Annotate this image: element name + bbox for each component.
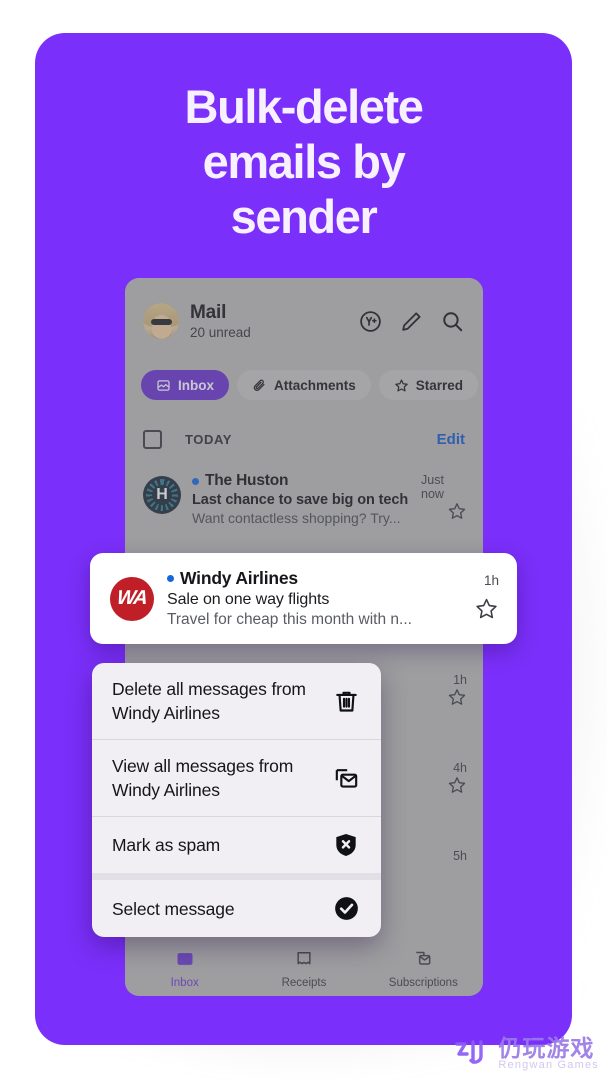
- edit-button[interactable]: Edit: [437, 431, 465, 448]
- menu-item-mark-spam-label: Mark as spam: [112, 835, 221, 855]
- filter-tabs: Inbox Attachments Starred: [125, 364, 483, 406]
- mail-stack-icon: [329, 765, 363, 792]
- tab-attachments-label: Attachments: [274, 377, 356, 393]
- sender-name: Windy Airlines: [180, 568, 298, 588]
- unread-count: 20 unread: [190, 324, 251, 340]
- menu-item-delete-all-label: Delete all messages from Windy Airlines: [112, 679, 306, 723]
- nav-item-receipts[interactable]: Receipts: [244, 949, 363, 989]
- nav-item-subscriptions[interactable]: Subscriptions: [364, 949, 483, 989]
- select-all-checkbox[interactable]: [143, 429, 162, 449]
- star-outline-icon[interactable]: [447, 775, 467, 800]
- search-icon[interactable]: [440, 309, 465, 334]
- message-time: 4h: [453, 761, 467, 775]
- receipt-icon: [294, 949, 314, 974]
- menu-item-select-message[interactable]: Select message: [92, 880, 381, 937]
- watermark-en-text: Rengwan Games: [498, 1059, 599, 1071]
- star-outline-icon[interactable]: [447, 501, 467, 526]
- avatar-letter: WA: [116, 587, 148, 609]
- unread-dot: [167, 575, 174, 582]
- compose-icon[interactable]: [399, 309, 424, 334]
- menu-item-select-message-label: Select message: [112, 898, 235, 919]
- message-time: 1h: [453, 673, 467, 687]
- nav-item-inbox-label: Inbox: [170, 977, 199, 989]
- tab-starred-label: Starred: [415, 377, 464, 393]
- nav-item-receipts-label: Receipts: [281, 977, 327, 989]
- inbox-icon: [175, 949, 195, 974]
- page-title-mail: Mail: [190, 301, 227, 323]
- sender-name-wrap: The Huston: [192, 472, 421, 490]
- list-header: TODAY Edit: [125, 418, 483, 460]
- nav-item-subscriptions-label: Subscriptions: [388, 977, 458, 989]
- menu-item-view-all-label: View all messages from Windy Airlines: [112, 756, 294, 800]
- avatar[interactable]: [143, 303, 179, 339]
- avatar-letter: H: [156, 486, 168, 503]
- message-preview: Travel for cheap this month with n...: [167, 611, 412, 628]
- check-circle-icon: [329, 894, 363, 923]
- yahoo-plus-icon[interactable]: [358, 309, 383, 334]
- menu-item-mark-spam[interactable]: Mark as spam: [92, 817, 381, 873]
- page-title: Bulk-delete emails by sender: [35, 79, 572, 244]
- title-line-2: emails by: [202, 135, 406, 188]
- bottom-navigation: Inbox Receipts Subscriptions: [125, 942, 483, 996]
- promo-card: Bulk-delete emails by sender Mail 20 unr…: [35, 33, 572, 1045]
- message-time: Just now: [421, 473, 444, 501]
- star-icon: [394, 378, 409, 393]
- sender-name-wrap: Windy Airlines: [167, 568, 459, 589]
- inbox-icon: [156, 378, 171, 393]
- watermark-logo-icon: [451, 1034, 491, 1074]
- sender-name: The Huston: [205, 472, 289, 489]
- menu-item-view-all[interactable]: View all messages from Windy Airlines: [92, 740, 381, 816]
- app-header: Mail 20 unread: [125, 278, 483, 364]
- menu-divider-group: [92, 873, 381, 880]
- title-line-3: sender: [230, 190, 378, 243]
- screenshot-root: Bulk-delete emails by sender Mail 20 unr…: [0, 0, 607, 1080]
- context-menu: Delete all messages from Windy Airlines …: [92, 663, 381, 937]
- paperclip-icon: [252, 378, 267, 393]
- tab-starred[interactable]: Starred: [378, 370, 479, 400]
- section-label: TODAY: [185, 431, 233, 447]
- watermark: 仍玩游戏 Rengwan Games: [451, 1034, 599, 1074]
- star-outline-icon[interactable]: [447, 687, 467, 712]
- tab-inbox[interactable]: Inbox: [141, 370, 229, 400]
- table-row[interactable]: H The Huston Last chance to save big on …: [125, 460, 483, 538]
- sender-avatar: WA: [110, 576, 154, 621]
- message-subject: Sale on one way flights: [167, 591, 330, 608]
- highlighted-message-card[interactable]: WA Windy Airlines Sale on one way flight…: [90, 553, 517, 644]
- message-subject: Last chance to save big on tech: [192, 492, 409, 508]
- message-time: 5h: [453, 849, 467, 863]
- subscriptions-icon: [413, 949, 433, 974]
- tab-inbox-label: Inbox: [178, 377, 214, 393]
- message-preview: Want contactless shopping? Try...: [192, 510, 401, 526]
- nav-item-inbox[interactable]: Inbox: [125, 949, 244, 989]
- shield-x-icon: [329, 831, 363, 859]
- message-time: 1h: [483, 572, 499, 588]
- tab-attachments[interactable]: Attachments: [237, 370, 371, 400]
- title-line-1: Bulk-delete: [184, 80, 424, 133]
- trash-icon: [329, 688, 363, 715]
- star-outline-icon[interactable]: [474, 596, 499, 626]
- sender-avatar: H: [143, 476, 181, 514]
- menu-item-delete-all[interactable]: Delete all messages from Windy Airlines: [92, 663, 381, 739]
- watermark-cn-text: 仍玩游戏: [498, 1035, 595, 1061]
- unread-dot: [192, 477, 199, 485]
